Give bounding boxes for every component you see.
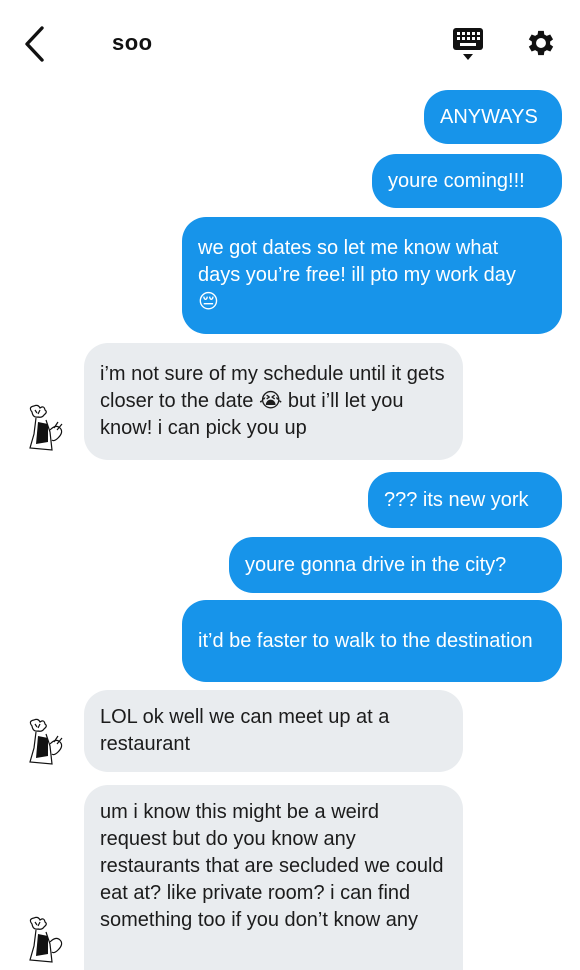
keyboard-icon[interactable]: [452, 26, 484, 62]
message-outgoing[interactable]: it’d be faster to walk to the destinatio…: [182, 600, 562, 682]
chat-header: soo: [0, 0, 580, 86]
message-outgoing[interactable]: we got dates so let me know what days yo…: [182, 217, 562, 334]
message-outgoing[interactable]: ??? its new york: [368, 472, 562, 528]
message-outgoing[interactable]: youre gonna drive in the city?: [229, 537, 562, 593]
gear-icon[interactable]: [524, 26, 558, 60]
message-incoming[interactable]: i’m not sure of my schedule until it get…: [84, 343, 463, 460]
avatar[interactable]: [24, 916, 68, 968]
avatar[interactable]: [24, 718, 68, 770]
chevron-left-icon[interactable]: [20, 24, 50, 64]
message-incoming[interactable]: um i know this might be a weird request …: [84, 785, 463, 970]
message-outgoing[interactable]: youre coming!!!: [372, 154, 562, 208]
chat-title: soo: [112, 30, 153, 55]
message-incoming[interactable]: LOL ok well we can meet up at a restaura…: [84, 690, 463, 772]
message-outgoing[interactable]: ANYWAYS: [424, 90, 562, 144]
avatar[interactable]: [24, 404, 68, 456]
